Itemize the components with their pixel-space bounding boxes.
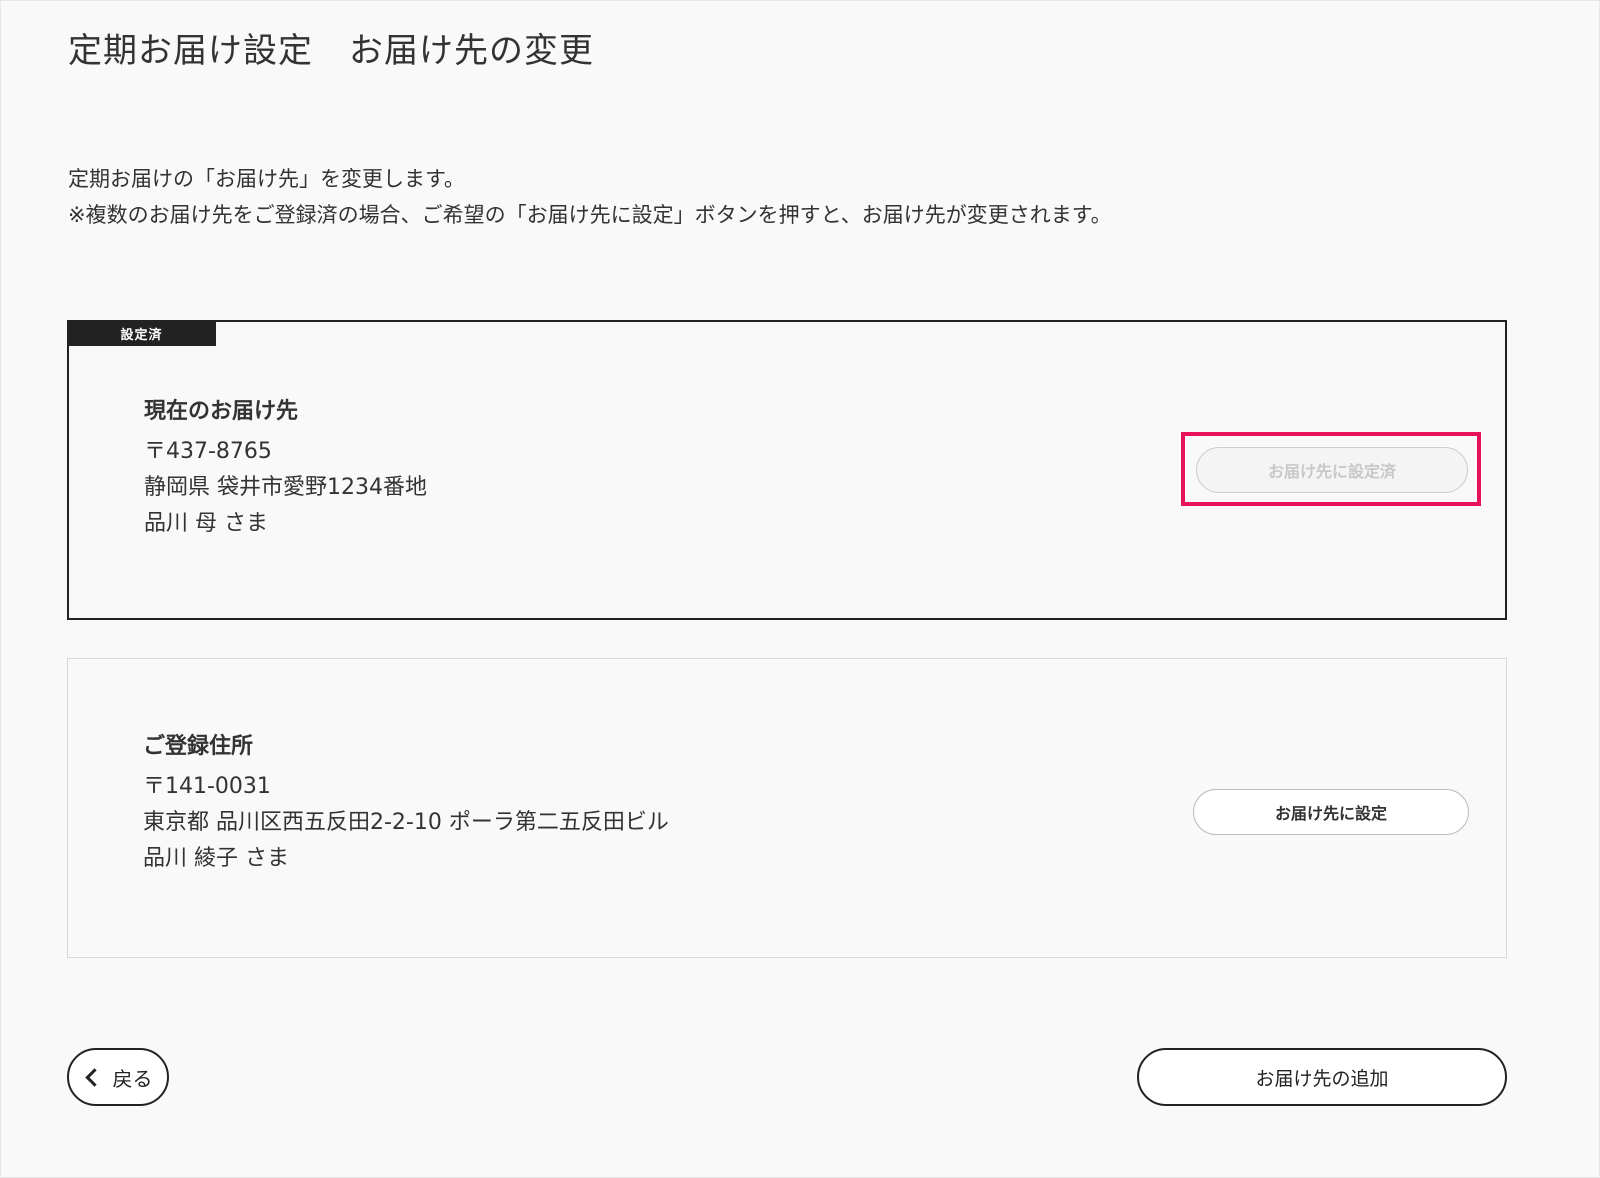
already-set-button[interactable]: お届け先に設定済 — [1196, 447, 1468, 493]
registered-address-block: ご登録住所 〒141-0031 東京都 品川区西五反田2-2-10 ポーラ第二五… — [143, 729, 669, 877]
page-title-subsection: お届け先の変更 — [349, 31, 594, 71]
current-address-heading: 現在のお届け先 — [144, 399, 299, 424]
add-address-button[interactable]: お届け先の追加 — [1137, 1048, 1507, 1106]
lead-text: 定期お届けの「お届け先」を変更します。 ※複数のお届け先をご登録済の場合、ご希望… — [68, 161, 1112, 233]
lead-line-1: 定期お届けの「お届け先」を変更します。 — [68, 167, 465, 191]
page-title: 定期お届け設定 お届け先の変更 — [68, 23, 594, 72]
current-recipient-name: 品川 母 さま — [144, 511, 268, 536]
back-button[interactable]: 戻る — [67, 1048, 169, 1106]
registered-recipient-name: 品川 綾子 さま — [143, 846, 289, 871]
back-button-label: 戻る — [112, 1066, 153, 1091]
set-status-badge: 設定済 — [67, 320, 216, 346]
registered-address-heading: ご登録住所 — [143, 734, 254, 759]
current-address-card: 設定済 現在のお届け先 〒437-8765 静岡県 袋井市愛野1234番地 品川… — [67, 320, 1507, 620]
current-address-block: 現在のお届け先 〒437-8765 静岡県 袋井市愛野1234番地 品川 母 さ… — [144, 394, 427, 542]
registered-postal-code: 〒141-0031 — [143, 774, 271, 799]
registered-address-line: 東京都 品川区西五反田2-2-10 ポーラ第二五反田ビル — [143, 810, 669, 835]
set-as-delivery-button[interactable]: お届け先に設定 — [1193, 789, 1469, 835]
page: 定期お届け設定 お届け先の変更 定期お届けの「お届け先」を変更します。 ※複数のお… — [0, 0, 1600, 1178]
chevron-left-icon — [84, 1067, 104, 1087]
current-address-line: 静岡県 袋井市愛野1234番地 — [144, 475, 427, 500]
registered-address-card: ご登録住所 〒141-0031 東京都 品川区西五反田2-2-10 ポーラ第二五… — [67, 658, 1507, 958]
current-postal-code: 〒437-8765 — [144, 439, 272, 464]
page-title-section: 定期お届け設定 — [68, 31, 313, 71]
lead-line-2: ※複数のお届け先をご登録済の場合、ご希望の「お届け先に設定」ボタンを押すと、お届… — [68, 203, 1112, 227]
